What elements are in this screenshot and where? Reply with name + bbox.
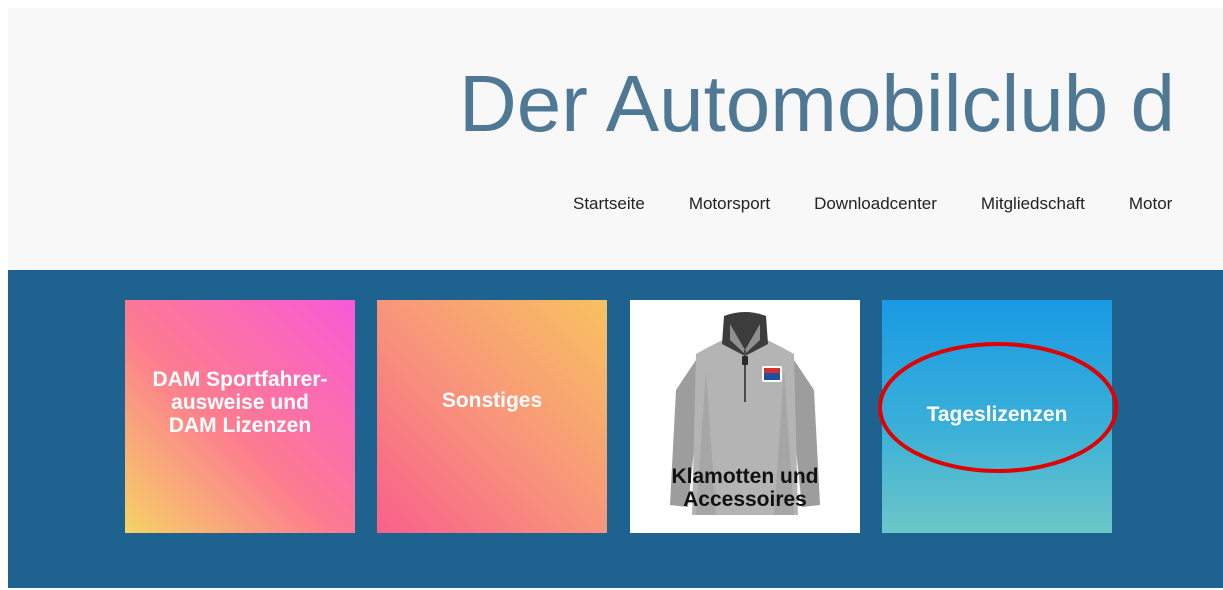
site-header: Der Automobilclub d Startseite Motorspor… (8, 8, 1223, 270)
tile-dam-lizenzen[interactable]: DAM Sportfahrer-ausweise und DAM Lizenze… (125, 300, 355, 533)
nav-item-startseite[interactable]: Startseite (565, 194, 645, 214)
nav-item-motorsport[interactable]: Motorsport (689, 194, 770, 214)
site-title: Der Automobilclub d (459, 59, 1175, 148)
main-nav: Startseite Motorsport Downloadcenter Mit… (565, 194, 1216, 214)
tile-label: DAM Sportfahrer-ausweise und DAM Lizenze… (152, 368, 328, 437)
tile-label: Klamotten und Accessoires (671, 464, 819, 511)
tile-label: Sonstiges (441, 389, 543, 413)
tile-sonstiges[interactable]: Sonstiges (377, 300, 607, 533)
page: Der Automobilclub d Startseite Motorspor… (0, 0, 1223, 590)
tile-tageslizenzen[interactable]: Tageslizenzen (882, 300, 1112, 533)
nav-item-downloadcenter[interactable]: Downloadcenter (814, 194, 937, 214)
tile-klamotten[interactable]: Klamotten und Accessoires (630, 300, 860, 533)
nav-item-motor[interactable]: Motor (1129, 194, 1172, 214)
nav-item-mitgliedschaft[interactable]: Mitgliedschaft (981, 194, 1085, 214)
tile-label: Tageslizenzen (926, 403, 1068, 427)
